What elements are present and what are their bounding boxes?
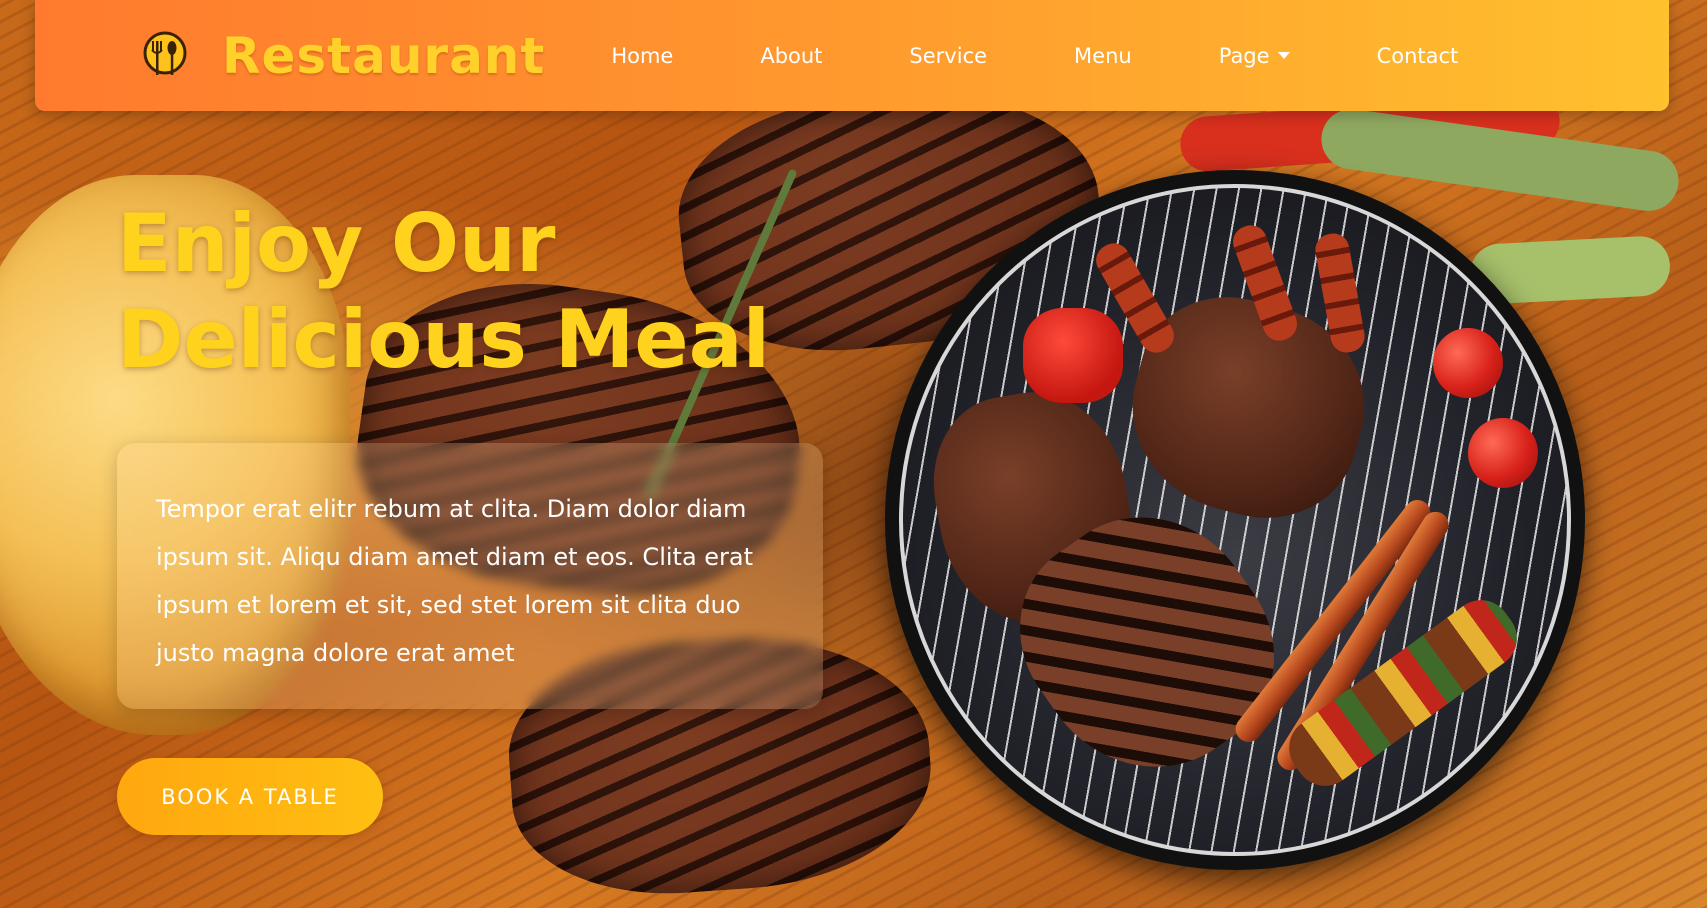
- nav-link-about[interactable]: About: [760, 44, 822, 68]
- utensils-circle-icon: [143, 31, 187, 75]
- hero-description-card: Tempor erat elitr rebum at clita. Diam d…: [117, 443, 823, 709]
- tomato: [1468, 418, 1538, 488]
- hero-title: Enjoy Our Delicious Meal: [117, 196, 837, 388]
- nav-links: Home About Service Menu Page Contact: [611, 44, 1458, 68]
- book-table-button[interactable]: BOOK A TABLE: [117, 758, 383, 835]
- grill-rack: [899, 184, 1571, 856]
- nav-link-menu[interactable]: Menu: [1074, 44, 1132, 68]
- brand-name: Restaurant: [222, 26, 546, 85]
- grill-image: [885, 170, 1585, 870]
- caret-down-icon: [1277, 52, 1290, 59]
- hero-page: Restaurant Home About Service Menu Page …: [0, 0, 1707, 908]
- nav-dropdown-page-label: Page: [1218, 43, 1270, 68]
- nav-link-contact[interactable]: Contact: [1377, 44, 1459, 68]
- hero-description: Tempor erat elitr rebum at clita. Diam d…: [156, 495, 754, 667]
- hero-title-line-2: Delicious Meal: [117, 293, 771, 386]
- brand-link[interactable]: Restaurant: [140, 27, 545, 85]
- nav-link-service[interactable]: Service: [909, 44, 987, 68]
- nav-link-home[interactable]: Home: [611, 44, 673, 68]
- navbar: Restaurant Home About Service Menu Page …: [35, 0, 1669, 111]
- tomato: [1433, 328, 1503, 398]
- hero-title-line-1: Enjoy Our: [117, 197, 556, 290]
- nav-dropdown-page[interactable]: Page: [1219, 44, 1290, 68]
- red-pepper: [1023, 308, 1123, 403]
